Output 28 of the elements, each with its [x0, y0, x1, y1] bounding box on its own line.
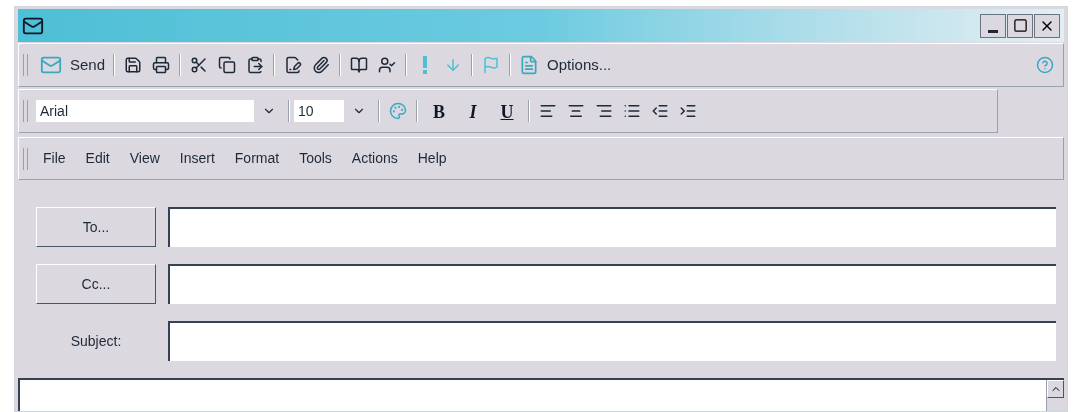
field-label: Subject: — [69, 331, 123, 351]
envelope-icon — [40, 54, 62, 76]
maximize-icon — [1012, 18, 1028, 33]
menu-item[interactable]: Format — [227, 148, 287, 169]
address-button[interactable]: To... — [36, 207, 156, 247]
menu-item[interactable]: View — [122, 148, 167, 169]
italic-button[interactable]: I — [456, 99, 490, 123]
minimize-button[interactable] — [980, 13, 1006, 38]
menu-item[interactable]: Insert — [172, 148, 222, 169]
options-button[interactable]: Options... — [515, 50, 616, 80]
close-button[interactable] — [1034, 13, 1060, 38]
menu-item[interactable]: Edit — [78, 148, 117, 169]
input-field[interactable] — [168, 321, 1056, 361]
send-button[interactable]: Send — [36, 50, 110, 80]
input-field[interactable] — [168, 264, 1056, 304]
menu-item[interactable]: Help — [410, 148, 454, 169]
underline-button[interactable]: U — [490, 99, 524, 123]
size-field[interactable]: 10 — [294, 100, 344, 122]
maximize-button[interactable] — [1007, 13, 1033, 38]
menu-item[interactable]: Tools — [292, 148, 339, 169]
scroll-up-button[interactable] — [1047, 380, 1064, 398]
input-field[interactable] — [168, 207, 1056, 247]
message-body[interactable] — [18, 378, 1064, 411]
menu-item[interactable]: File — [36, 148, 73, 169]
minimize-icon — [988, 29, 998, 33]
address-button[interactable]: Cc... — [36, 264, 156, 304]
menu-item[interactable]: Actions — [344, 148, 405, 169]
bold-button[interactable]: B — [422, 99, 456, 123]
